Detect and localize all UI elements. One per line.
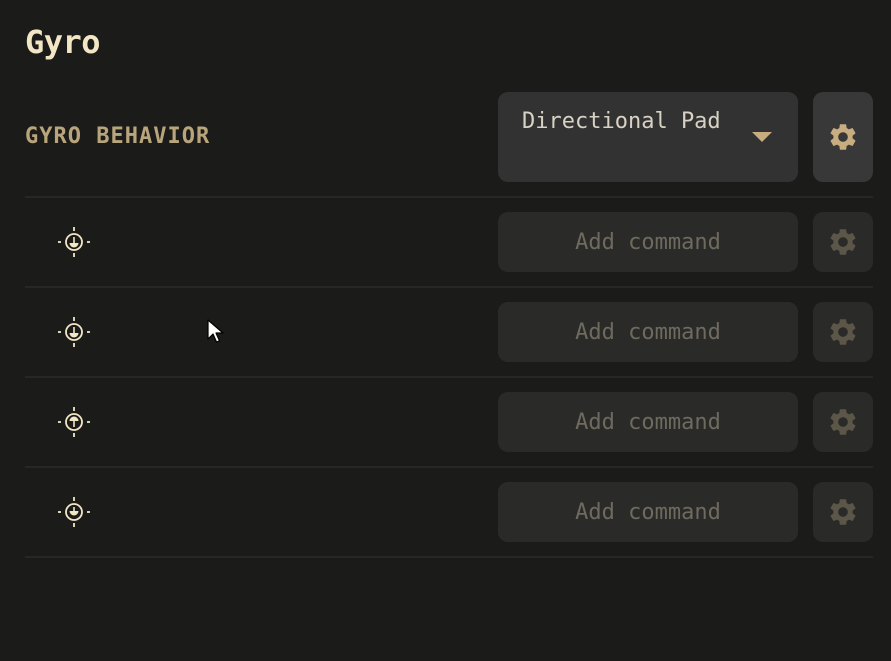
divider [25,376,873,378]
divider [25,286,873,288]
gear-icon [830,229,856,255]
gyro-direction-icon [58,407,90,437]
gyro-direction-icon [58,227,90,257]
gyro-settings-panel: Gyro GYRO BEHAVIOR Directional Pad Add c… [0,0,891,661]
gyro-direction-icon [58,317,90,347]
gear-icon [830,124,856,150]
mouse-cursor-icon [207,319,224,343]
gear-icon [830,409,856,435]
add-command-button[interactable]: Add command [498,392,798,452]
command-settings-button[interactable] [813,482,873,542]
divider [25,196,873,198]
gyro-direction-icon [58,497,90,527]
add-command-button[interactable]: Add command [498,212,798,272]
command-settings-button[interactable] [813,302,873,362]
gyro-behavior-label: GYRO BEHAVIOR [25,124,211,149]
page-title: Gyro [25,23,101,61]
add-command-button[interactable]: Add command [498,482,798,542]
dropdown-selected-value: Directional Pad [522,109,721,134]
divider [25,466,873,468]
gyro-behavior-dropdown[interactable]: Directional Pad [498,92,798,182]
command-settings-button[interactable] [813,392,873,452]
gyro-behavior-settings-button[interactable] [813,92,873,182]
divider [25,556,873,558]
gear-icon [830,319,856,345]
command-settings-button[interactable] [813,212,873,272]
caret-down-icon [752,132,772,142]
add-command-button[interactable]: Add command [498,302,798,362]
gear-icon [830,499,856,525]
